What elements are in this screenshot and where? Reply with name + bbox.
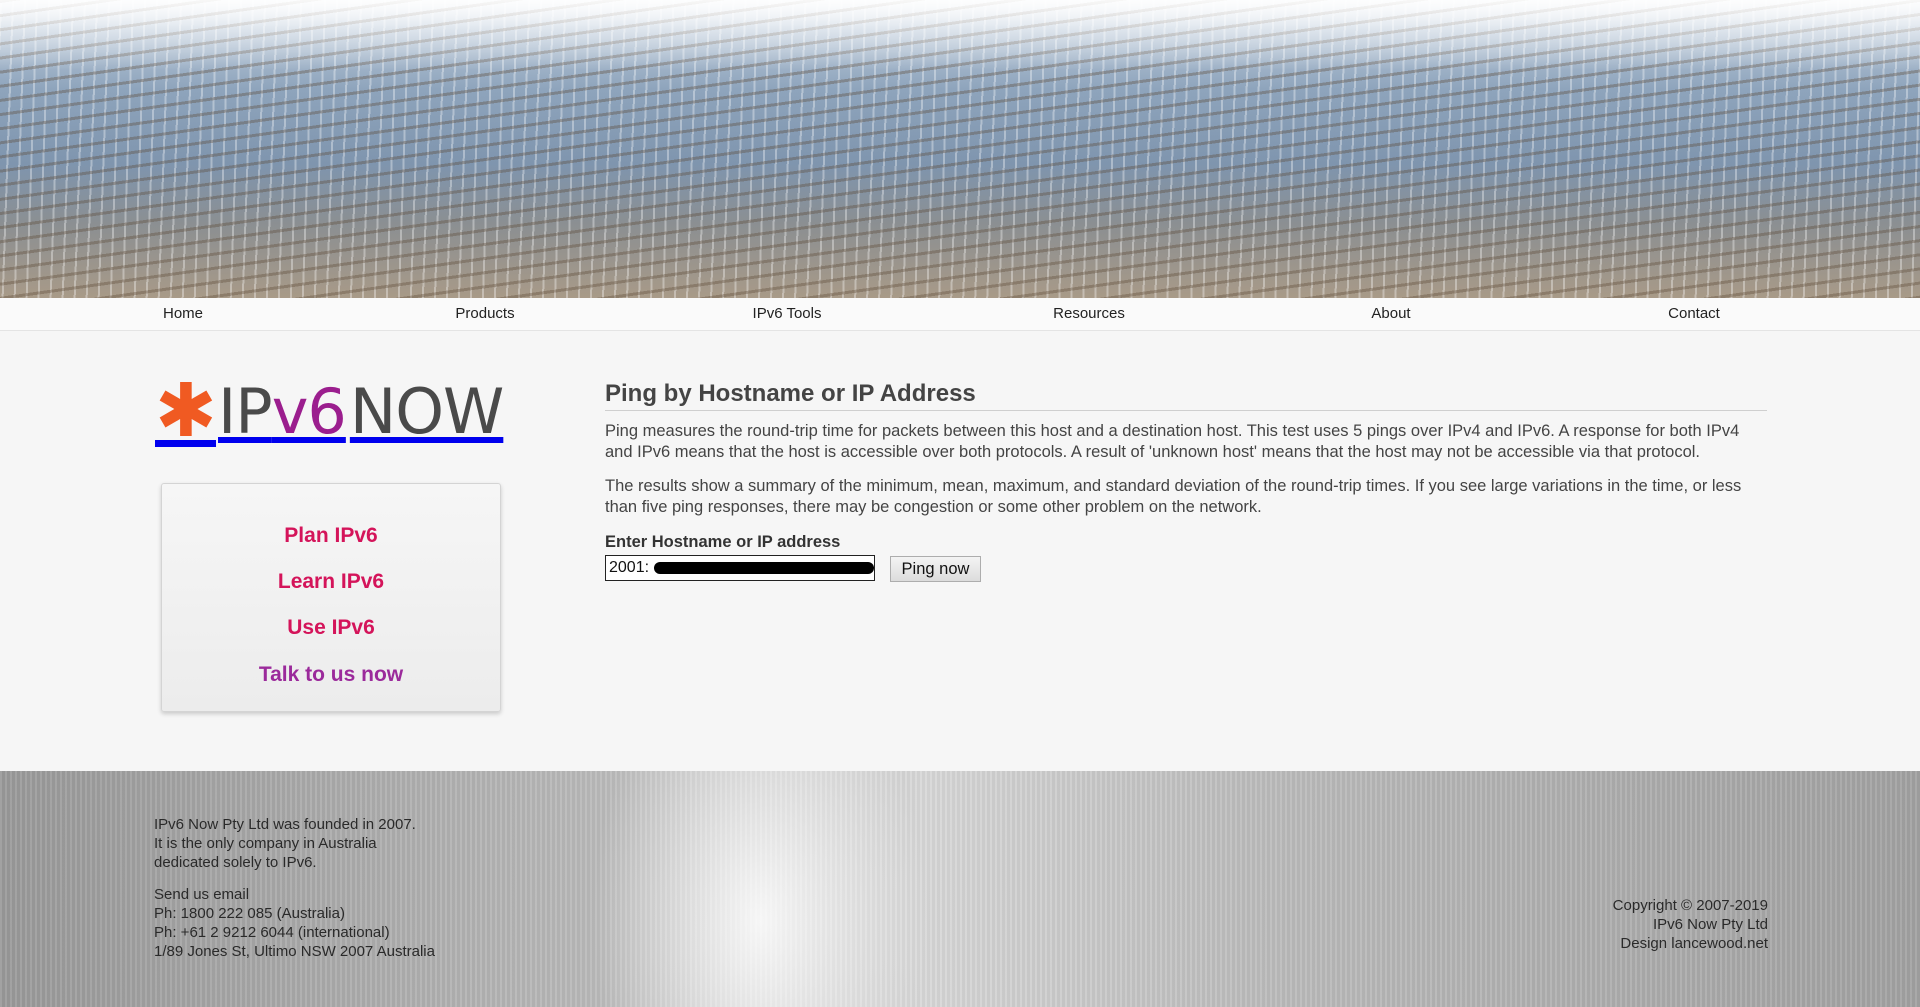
learn-ipv6-link[interactable]: Learn IPv6 [162,570,500,594]
nav-resources[interactable]: Resources [1053,305,1125,322]
footer-about-line: IPv6 Now Pty Ltd was founded in 2007. [154,816,416,833]
nav-about[interactable]: About [1371,305,1410,322]
ping-form: Ping now [605,555,1767,585]
plan-ipv6-link[interactable]: Plan IPv6 [162,524,500,548]
ipv6now-logo[interactable]: ✱ IP v6 NOW [155,368,504,454]
nav-products[interactable]: Products [455,305,514,322]
logo-text-v6: v6 [271,374,347,448]
send-email-link[interactable]: Send us email [154,886,249,903]
logo-text-ip: IP [218,374,273,448]
main-nav: Home Products IPv6 Tools Resources About… [0,298,1920,331]
footer: IPv6 Now Pty Ltd was founded in 2007. It… [0,771,1920,1007]
redacted-address [654,562,874,574]
nav-contact[interactable]: Contact [1668,305,1720,322]
footer-about-line: It is the only company in Australia [154,835,377,852]
hero-haze [0,0,1920,70]
address: 1/89 Jones St, Ultimo NSW 2007 Australia [154,943,435,960]
copyright-text: Copyright © 2007-2019 [1612,897,1768,914]
logo-text-now: NOW [349,374,504,448]
intro-paragraph: Ping measures the round-trip time for pa… [605,422,1740,461]
company-name: IPv6 Now Pty Ltd [1652,916,1768,933]
ping-now-button[interactable]: Ping now [890,556,981,582]
footer-about-line: dedicated solely to IPv6. [154,854,317,871]
phone-australia: Ph: 1800 222 085 (Australia) [154,905,345,922]
footer-copyright: Copyright © 2007-2019 IPv6 Now Pty Ltd D… [1613,896,1768,953]
page-title: Ping by Hostname or IP Address [605,380,1767,411]
quick-links-box: Plan IPv6 Learn IPv6 Use IPv6 Talk to us… [161,483,501,712]
hero-banner-image [0,0,1920,298]
nav-home[interactable]: Home [163,305,203,322]
design-credit-link[interactable]: Design lancewood.net [1620,935,1768,952]
use-ipv6-link[interactable]: Use IPv6 [162,616,500,640]
nav-ipv6-tools[interactable]: IPv6 Tools [753,305,822,322]
main-content: Ping by Hostname or IP Address Ping meas… [605,380,1767,585]
talk-to-us-link[interactable]: Talk to us now [162,663,500,687]
hostname-label: Enter Hostname or IP address [605,533,841,551]
results-paragraph: The results show a summary of the minimu… [605,477,1742,516]
asterisk-icon: ✱ [155,368,217,454]
phone-international: Ph: +61 2 9212 6044 (international) [154,924,390,941]
footer-contact: IPv6 Now Pty Ltd was founded in 2007. It… [154,815,435,961]
